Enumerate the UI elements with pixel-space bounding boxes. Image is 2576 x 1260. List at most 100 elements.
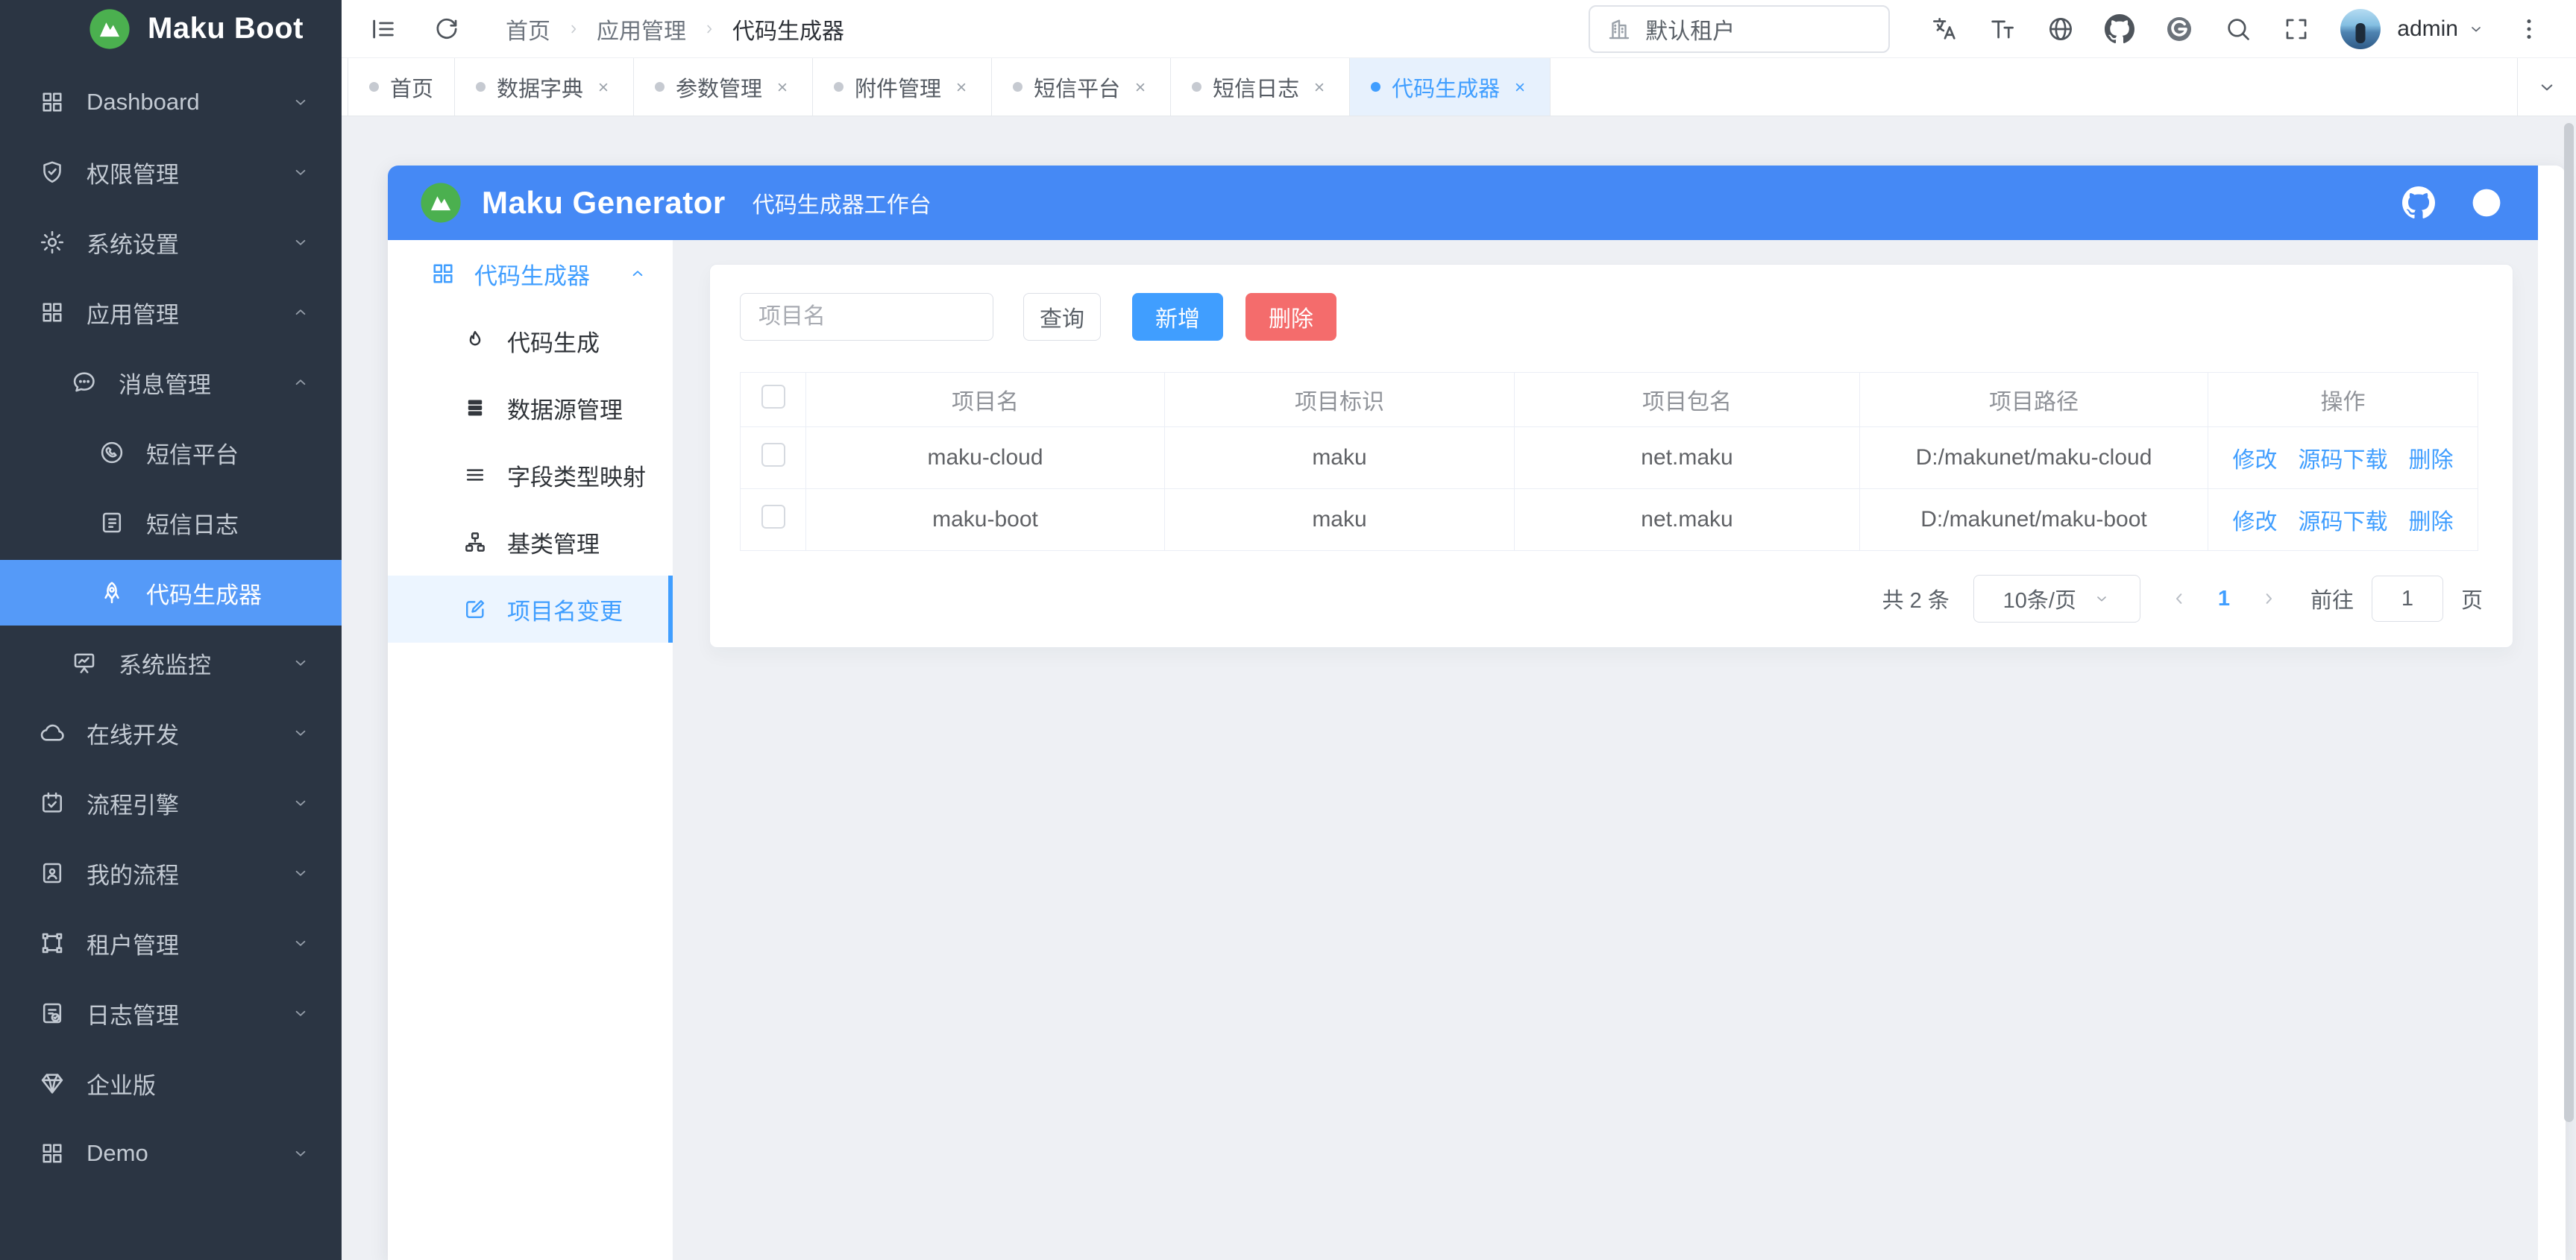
- sidebar-item-message-management[interactable]: 消息管理: [0, 350, 342, 415]
- close-icon[interactable]: [1131, 78, 1149, 96]
- cell-project-package: net.maku: [1515, 427, 1860, 489]
- edit-link[interactable]: 修改: [2233, 448, 2278, 473]
- sidebar-item-sms-log[interactable]: 短信日志: [0, 490, 342, 555]
- project-name-input[interactable]: [740, 293, 993, 341]
- user-menu[interactable]: admin: [2397, 16, 2485, 42]
- add-button[interactable]: 新增: [1132, 293, 1223, 341]
- sidebar-item-tenant-management[interactable]: 租户管理: [0, 910, 342, 976]
- chevron-up-icon: [628, 264, 647, 283]
- search-button[interactable]: [2224, 15, 2252, 43]
- generator-menu-item-field-mapping[interactable]: 字段类型映射: [388, 441, 673, 508]
- total-count: 共 2 条: [1882, 583, 1950, 614]
- query-button[interactable]: 查询: [1023, 293, 1101, 341]
- refresh-button[interactable]: [433, 15, 461, 43]
- cloud-icon: [39, 719, 66, 746]
- app-logo[interactable]: Maku Boot: [0, 0, 342, 57]
- cell-actions: 修改源码下载删除: [2208, 489, 2478, 551]
- download-source-link[interactable]: 源码下载: [2299, 510, 2388, 535]
- cell-project-path: D:/makunet/maku-cloud: [1860, 427, 2208, 489]
- sidebar-collapse-button[interactable]: [368, 14, 398, 44]
- sidebar-item-system-settings[interactable]: 系统设置: [0, 210, 342, 275]
- translate-button[interactable]: [1930, 15, 1958, 43]
- goto-page-input[interactable]: [2372, 576, 2443, 622]
- generator-content: 查询 新增 删除 项目名: [673, 240, 2538, 1260]
- next-page-button[interactable]: [2258, 588, 2279, 609]
- sidebar-item-sms-platform[interactable]: 短信平台: [0, 420, 342, 485]
- collapse-menu-icon: [368, 14, 398, 44]
- tenant-select[interactable]: 默认租户: [1589, 5, 1890, 53]
- translate-icon: [1930, 15, 1958, 43]
- chat-icon: [71, 369, 98, 396]
- close-icon[interactable]: [952, 78, 970, 96]
- language-button[interactable]: [2046, 15, 2075, 43]
- window-scrollbar[interactable]: [2564, 123, 2574, 1122]
- select-all-checkbox[interactable]: [761, 385, 785, 409]
- sidebar-item-log-management[interactable]: 日志管理: [0, 980, 342, 1046]
- download-source-link[interactable]: 源码下载: [2299, 448, 2388, 473]
- sidebar-item-demo[interactable]: Demo: [0, 1121, 342, 1186]
- tab-sms-platform[interactable]: 短信平台: [992, 58, 1171, 116]
- sidebar-item-system-monitor[interactable]: 系统监控: [0, 630, 342, 696]
- sidebar-item-my-workflow[interactable]: 我的流程: [0, 840, 342, 906]
- globe-icon: [2046, 15, 2075, 43]
- tab-sms-log[interactable]: 短信日志: [1171, 58, 1350, 116]
- font-size-icon: [1988, 15, 2017, 43]
- close-icon[interactable]: [1511, 78, 1529, 96]
- refresh-icon: [433, 15, 461, 43]
- row-checkbox[interactable]: [761, 505, 785, 529]
- close-icon[interactable]: [594, 78, 612, 96]
- generator-menu-item-code-gen[interactable]: 代码生成: [388, 307, 673, 374]
- close-icon[interactable]: [773, 78, 791, 96]
- tab-home[interactable]: 首页: [348, 58, 455, 116]
- page-number[interactable]: 1: [2218, 587, 2230, 611]
- close-icon[interactable]: [1310, 78, 1328, 96]
- chevron-down-icon: [291, 92, 310, 112]
- sidebar-item-dashboard[interactable]: Dashboard: [0, 69, 342, 135]
- cell-actions: 修改源码下载删除: [2208, 427, 2478, 489]
- sidebar-item-code-generator[interactable]: 代码生成器: [0, 560, 342, 626]
- more-options-button[interactable]: [2515, 15, 2543, 43]
- generator-menu-item-datasource[interactable]: 数据源管理: [388, 374, 673, 441]
- generator-menu-item-base-class[interactable]: 基类管理: [388, 508, 673, 576]
- tab-param-management[interactable]: 参数管理: [634, 58, 813, 116]
- delete-link[interactable]: 删除: [2409, 448, 2454, 473]
- chevron-down-icon: [291, 163, 310, 182]
- github-icon[interactable]: [2402, 186, 2435, 219]
- tab-actions-dropdown[interactable]: [2517, 58, 2576, 116]
- sidebar-item-online-dev[interactable]: 在线开发: [0, 700, 342, 766]
- github-button[interactable]: [2105, 14, 2134, 44]
- generator-menu-group[interactable]: 代码生成器: [388, 240, 673, 307]
- gitee-button[interactable]: [2164, 14, 2194, 44]
- breadcrumb-home[interactable]: 首页: [506, 13, 550, 45]
- chevron-down-icon: [2536, 76, 2558, 98]
- lines-icon: [462, 462, 488, 488]
- tab-attachment-management[interactable]: 附件管理: [813, 58, 992, 116]
- user-avatar[interactable]: [2340, 9, 2381, 49]
- breadcrumb-app-management[interactable]: 应用管理: [597, 13, 686, 45]
- chevron-right-icon: [565, 21, 582, 37]
- toolbar: 查询 新增 删除: [740, 293, 2483, 341]
- tab-code-generator[interactable]: 代码生成器: [1350, 58, 1551, 116]
- tab-data-dictionary[interactable]: 数据字典: [455, 58, 634, 116]
- prev-page-button[interactable]: [2169, 588, 2190, 609]
- org-chart-icon: [462, 529, 488, 555]
- font-size-button[interactable]: [1988, 15, 2017, 43]
- sidebar-item-workflow-engine[interactable]: 流程引擎: [0, 770, 342, 836]
- sidebar: Maku Boot Dashboard 权限管理 系统设置 应用管理: [0, 0, 342, 1260]
- row-checkbox[interactable]: [761, 443, 785, 467]
- gitee-icon[interactable]: [2469, 186, 2504, 220]
- delete-button[interactable]: 删除: [1245, 293, 1336, 341]
- page-size-select[interactable]: 10条/页: [1973, 575, 2140, 623]
- edit-link[interactable]: 修改: [2233, 510, 2278, 535]
- breadcrumb-current: 代码生成器: [732, 13, 844, 45]
- sidebar-item-permissions[interactable]: 权限管理: [0, 139, 342, 205]
- tab-dot: [1013, 82, 1022, 92]
- sidebar-item-app-management[interactable]: 应用管理: [0, 280, 342, 345]
- cell-project-key: maku: [1165, 489, 1515, 551]
- delete-link[interactable]: 删除: [2409, 510, 2454, 535]
- fullscreen-button[interactable]: [2282, 15, 2310, 43]
- sidebar-item-enterprise[interactable]: 企业版: [0, 1050, 342, 1116]
- generator-menu-item-project-rename[interactable]: 项目名变更: [388, 576, 673, 643]
- generator-menu: 代码生成器 代码生成 数据源管理: [388, 240, 673, 1260]
- grid-icon: [39, 89, 66, 116]
